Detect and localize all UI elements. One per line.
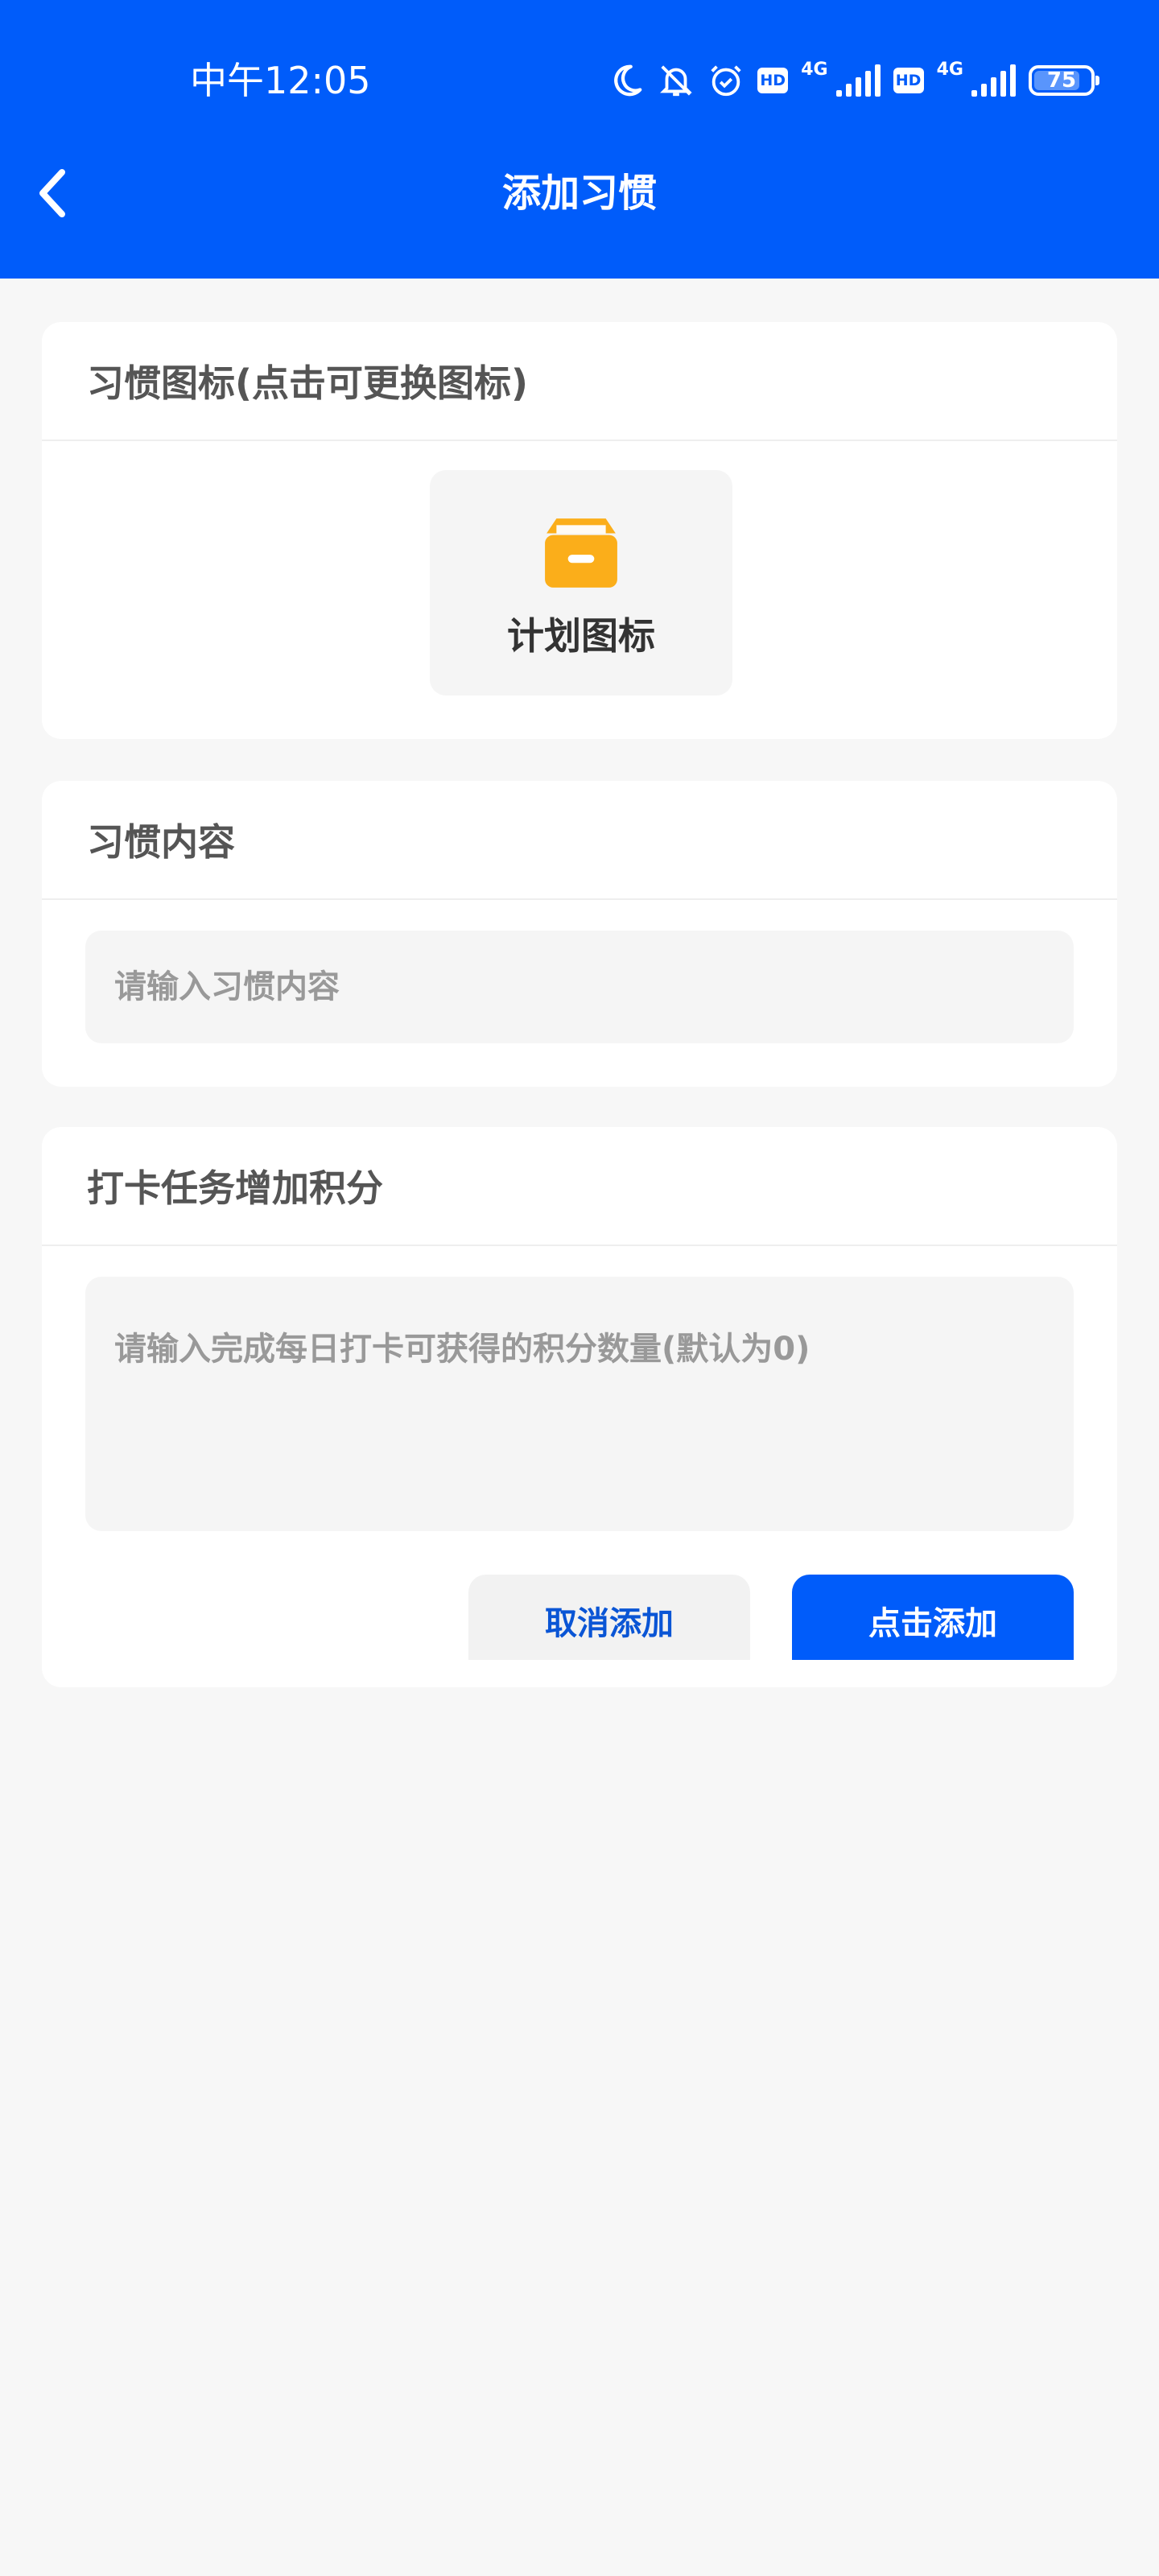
habit-icon-title: 习惯图标(点击可更换图标) [42,322,1117,441]
status-time: 中午12:05 [190,59,371,102]
signal-strength-icon-2 [971,64,1016,97]
status-icons: HD 4G HD 4G 75 [608,60,1099,101]
page-title: 添加习惯 [501,171,657,216]
points-card: 打卡任务增加积分 取消添加 点击添加 [42,1127,1117,1687]
hd-badge-2: HD [893,68,924,93]
battery-icon: 75 [1029,65,1099,96]
alarm-icon [711,65,741,97]
app-header: 中午12:05 HD 4G HD 4G 75 添加习惯 [0,0,1159,279]
archive-box-icon [545,518,617,588]
habit-content-input[interactable] [85,931,1074,1043]
muted-bell-icon [660,65,693,97]
cancel-add-button[interactable]: 取消添加 [468,1575,750,1660]
network-type-2: 4G [936,60,963,80]
confirm-add-button[interactable]: 点击添加 [792,1575,1074,1660]
points-input[interactable] [85,1277,1074,1531]
habit-content-card: 习惯内容 [42,781,1117,1087]
points-title: 打卡任务增加积分 [42,1127,1117,1246]
hd-badge: HD [757,68,789,93]
icon-picker-label: 计划图标 [507,614,655,658]
battery-percent: 75 [1046,68,1077,93]
do-not-disturb-icon [614,64,642,97]
network-type: 4G [801,60,828,80]
signal-strength-icon [835,64,881,97]
icon-picker-button[interactable]: 计划图标 [430,470,732,696]
habit-icon-card: 习惯图标(点击可更换图标) 计划图标 [42,322,1117,739]
habit-content-title: 习惯内容 [42,781,1117,900]
